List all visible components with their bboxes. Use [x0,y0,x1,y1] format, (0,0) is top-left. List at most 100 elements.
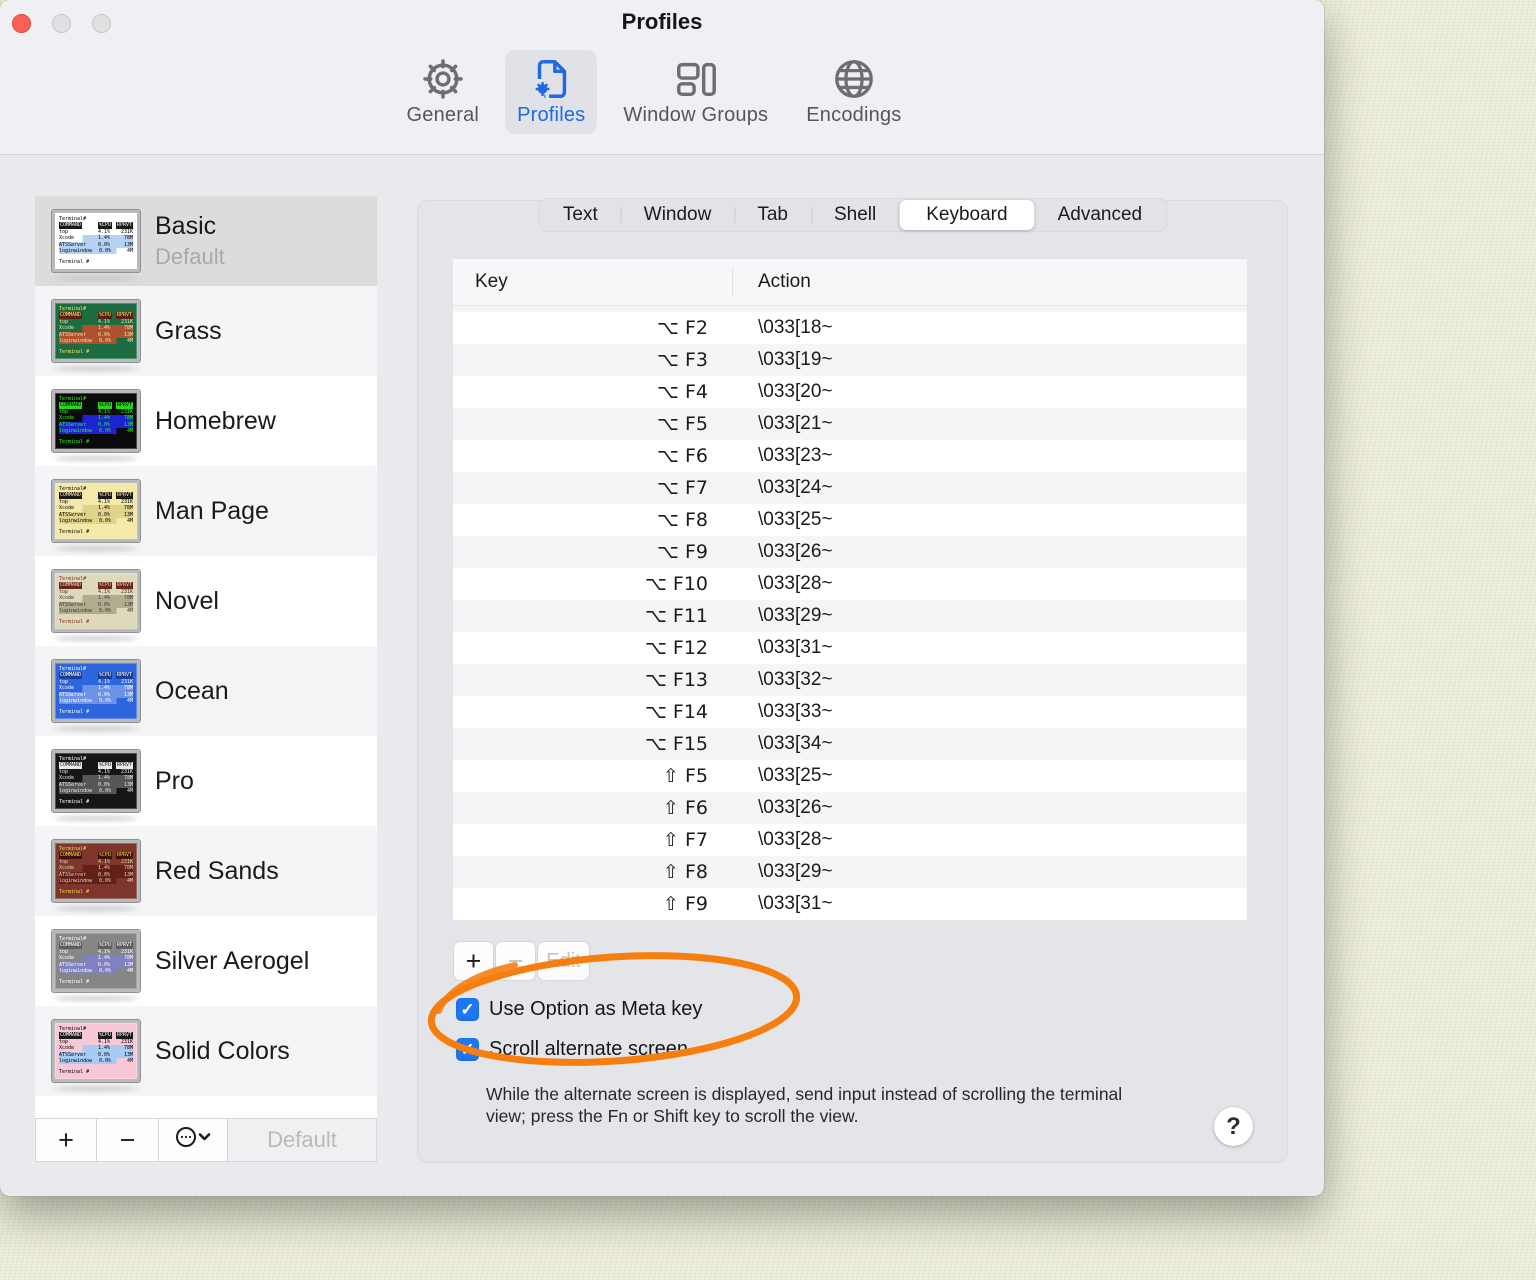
profile-list-item-novel[interactable]: Terminal# COMMAND %CPU RPRVT top 4.1% 231K … [35,556,377,646]
action-cell: \033[24~ [758,477,833,498]
tab-text[interactable]: Text [540,200,621,230]
remove-mapping-button[interactable]: − [495,941,536,981]
key-cell: ⌥ F9 [657,541,708,563]
key-mapping-row[interactable]: ⇧ F9 \033[31~ [453,888,1247,920]
thumbnail-shadow [54,636,138,641]
profile-list-item-grass[interactable]: Terminal# COMMAND %CPU RPRVT top 4.1% 231K … [35,286,377,376]
key-mapping-row[interactable]: ⌥ F5 \033[21~ [453,408,1247,440]
key-cell: ⇧ F7 [663,829,708,851]
key-mapping-row[interactable]: ⌥ F11 \033[29~ [453,600,1247,632]
remove-profile-button[interactable]: − [96,1118,159,1162]
key-cell: ⇧ F8 [663,861,708,883]
key-mapping-row[interactable]: ⌥ F12 \033[31~ [453,632,1247,664]
profile-thumbnail: Terminal# COMMAND %CPU RPRVT top 4.1% 231K … [51,659,141,731]
profile-default-badge: Default [155,244,225,269]
profile-thumbnail: Terminal# COMMAND %CPU RPRVT top 4.1% 231K … [51,299,141,371]
add-profile-button[interactable]: + [35,1118,97,1162]
key-mapping-row[interactable]: ⌥ F8 \033[25~ [453,504,1247,536]
sidebar-footer: + − Default [35,1118,377,1162]
profile-name: Novel [155,586,219,615]
key-mapping-row[interactable]: ⌥ F14 \033[33~ [453,696,1247,728]
use-option-as-meta-checkbox-row[interactable]: ✓ Use Option as Meta key [456,998,702,1021]
profile-list-item-homebrew[interactable]: Terminal# COMMAND %CPU RPRVT top 4.1% 231K … [35,376,377,466]
profile-thumbnail: Terminal# COMMAND %CPU RPRVT top 4.1% 231K … [51,209,141,281]
action-cell: \033[29~ [758,861,833,882]
help-button[interactable]: ? [1214,1107,1253,1146]
profile-list-item-man-page[interactable]: Terminal# COMMAND %CPU RPRVT top 4.1% 231K … [35,466,377,556]
toolbar-item-encodings[interactable]: Encodings [794,50,913,134]
key-mapping-row[interactable]: ⌥ F15 \033[34~ [453,728,1247,760]
default-button[interactable]: Default [227,1118,377,1162]
profile-list-item-solid-colors[interactable]: Terminal# COMMAND %CPU RPRVT top 4.1% 231K … [35,1006,377,1096]
key-cell: ⌥ F8 [657,509,708,531]
checkbox-checked-icon[interactable]: ✓ [456,998,479,1021]
tab-window[interactable]: Window [620,200,735,230]
profile-thumbnail: Terminal# COMMAND %CPU RPRVT top 4.1% 231K … [51,839,141,911]
toolbar-item-label: General [406,104,480,126]
key-cell: ⌥ F3 [657,349,708,371]
tab-bar: Text Window Tab Shell Keyboard Advanced [537,198,1168,232]
add-mapping-button[interactable]: + [453,941,494,981]
checkbox-checked-icon[interactable]: ✓ [456,1038,479,1061]
column-header-key[interactable]: Key [475,271,508,293]
action-cell: \033[18~ [758,317,833,338]
thumbnail-shadow [54,456,138,461]
key-cell: ⌥ F11 [644,605,708,627]
key-mapping-row[interactable]: ⌥ F9 \033[26~ [453,536,1247,568]
key-mapping-row[interactable]: ⇧ F7 \033[28~ [453,824,1247,856]
profile-list-item-pro[interactable]: Terminal# COMMAND %CPU RPRVT top 4.1% 231K … [35,736,377,826]
action-cell: \033[33~ [758,701,833,722]
key-mapping-row[interactable]: ⌥ F7 \033[24~ [453,472,1247,504]
profile-list-item-red-sands[interactable]: Terminal# COMMAND %CPU RPRVT top 4.1% 231K … [35,826,377,916]
more-options-button[interactable] [158,1118,228,1162]
action-cell: \033[32~ [758,669,833,690]
profile-list-item-ocean[interactable]: Terminal# COMMAND %CPU RPRVT top 4.1% 231K … [35,646,377,736]
key-cell: ⌥ F4 [657,381,708,403]
checkmark-icon: ✓ [460,1000,475,1019]
action-cell: \033[21~ [758,413,833,434]
key-mapping-row[interactable]: ⌥ F10 \033[28~ [453,568,1247,600]
key-mapping-row[interactable]: ⌥ F2 \033[18~ [453,312,1247,344]
action-cell: \033[28~ [758,829,833,850]
key-cell: ⇧ F9 [663,893,708,915]
toolbar: General Profiles Window Groups Encodings [0,50,1308,134]
tab-advanced[interactable]: Advanced [1035,200,1166,230]
tab-shell[interactable]: Shell [810,200,899,230]
toolbar-item-window-groups[interactable]: Window Groups [611,50,780,134]
key-mapping-row[interactable]: ⇧ F8 \033[29~ [453,856,1247,888]
edit-mapping-button[interactable]: Edit [537,941,590,981]
toolbar-item-general[interactable]: General [395,50,492,134]
profile-name: Pro [155,766,194,795]
key-mapping-row[interactable]: ⇧ F6 \033[26~ [453,792,1247,824]
action-cell: \033[26~ [758,797,833,818]
window-content: Terminal# COMMAND %CPU RPRVT top 4.1% 231K … [0,155,1324,1195]
profile-list-item-silver-aerogel[interactable]: Terminal# COMMAND %CPU RPRVT top 4.1% 231K … [35,916,377,1006]
profile-sidebar: Terminal# COMMAND %CPU RPRVT top 4.1% 231K … [35,196,377,1162]
key-mapping-row[interactable]: ⌥ F6 \033[23~ [453,440,1247,472]
column-header-action[interactable]: Action [758,271,811,293]
profile-thumbnail: Terminal# COMMAND %CPU RPRVT top 4.1% 231K … [51,569,141,641]
tab-keyboard[interactable]: Keyboard [899,200,1035,230]
thumbnail-shadow [54,996,138,1001]
profile-thumbnail: Terminal# COMMAND %CPU RPRVT top 4.1% 231K … [51,749,141,821]
toolbar-item-profiles[interactable]: Profiles [505,50,598,134]
key-cell: ⌥ F15 [644,733,708,755]
settings-panel: Text Window Tab Shell Keyboard Advanced Key A… [417,198,1288,1163]
key-cell: ⌥ F2 [657,317,708,339]
window-chrome: Profiles General Profiles Window Groups … [0,0,1324,155]
toolbar-item-label: Profiles [517,104,586,126]
profile-name: Homebrew [155,406,276,435]
table-header: Key Action [453,259,1247,306]
profile-list-item-basic[interactable]: Terminal# COMMAND %CPU RPRVT top 4.1% 231K … [35,196,377,286]
key-mappings-table: Key Action ⌥ F2 \033[18~ ⌥ F3 \033[19~ ⌥… [453,259,1247,920]
profile-name: Grass [155,316,222,345]
key-mapping-row[interactable]: ⇧ F5 \033[25~ [453,760,1247,792]
key-mapping-row[interactable]: ⌥ F13 \033[32~ [453,664,1247,696]
thumbnail-shadow [54,276,138,281]
thumbnail-shadow [54,1086,138,1091]
window-groups-icon [673,56,719,102]
tab-tab[interactable]: Tab [734,200,811,230]
key-mapping-row[interactable]: ⌥ F3 \033[19~ [453,344,1247,376]
scroll-alternate-screen-checkbox-row[interactable]: ✓ Scroll alternate screen [456,1038,688,1061]
key-mapping-row[interactable]: ⌥ F4 \033[20~ [453,376,1247,408]
